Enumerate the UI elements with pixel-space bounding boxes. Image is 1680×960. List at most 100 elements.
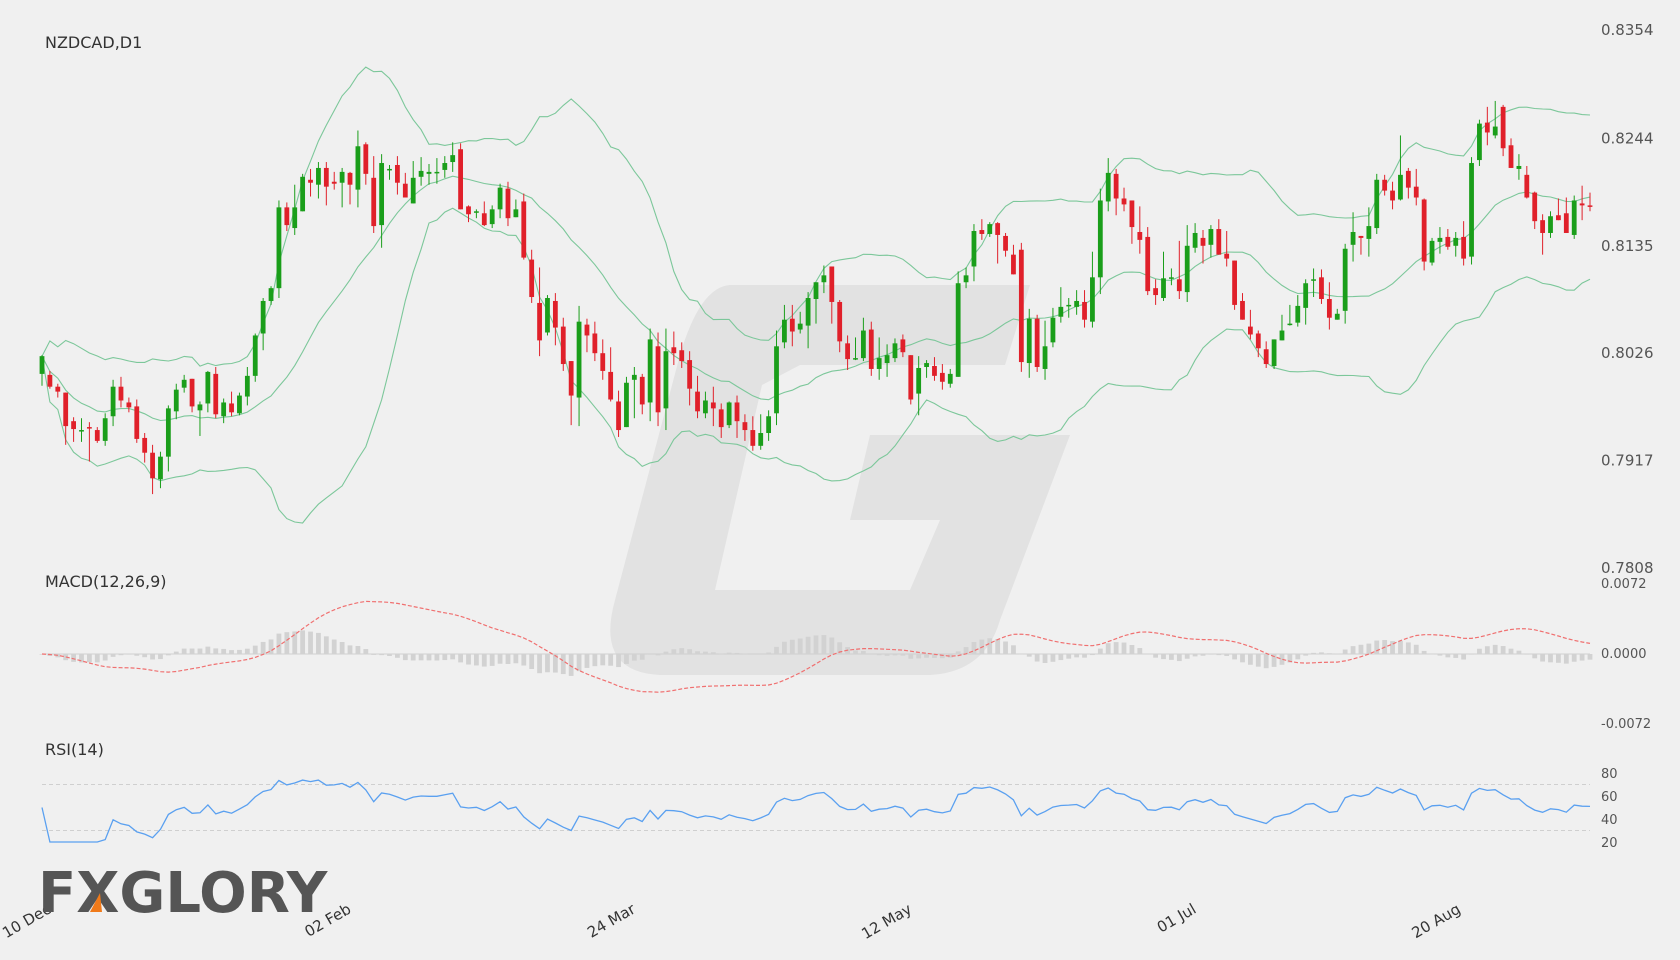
candle-body [1255,333,1261,349]
macd-histogram-bar [347,645,353,654]
candle-body [624,382,629,428]
candle [355,130,361,208]
macd-histogram-bar [892,654,898,656]
candle-body [79,430,84,432]
macd-histogram-bar [655,654,661,656]
candle-body [497,187,503,210]
candle-body [987,224,993,234]
candle-body [1011,254,1016,275]
candle-body [1405,170,1411,188]
candle-body [900,339,906,353]
candle-body [1445,236,1451,247]
macd-histogram-bar [1066,654,1072,659]
candle [489,205,495,229]
candle [529,249,535,303]
candle-body [916,367,922,394]
macd-histogram-bar [387,654,392,657]
macd-histogram-bar [695,651,700,654]
candle-body [1287,323,1293,326]
candle-body [703,400,708,414]
candle-body [789,318,795,332]
macd-histogram-bar [639,654,645,660]
rsi-label: RSI(14) [45,740,104,759]
candle-body [1192,232,1198,248]
candle-body [1311,279,1316,281]
candle-body [908,355,914,400]
macd-histogram-bar [158,654,163,660]
candle [939,364,945,390]
candle-body [197,404,203,411]
candle-body [205,371,211,404]
candle-body [505,188,511,219]
candle [1279,314,1285,341]
macd-histogram-bar [323,636,329,654]
macd-tick-bottom: -0.0072 [1601,717,1651,732]
candle-body [1374,179,1380,229]
candle-body [1145,236,1151,292]
candle-body [1516,165,1522,169]
macd-histogram-bar [576,654,582,672]
candle-body [126,402,132,408]
candle [1484,106,1490,146]
candle-body [1421,199,1427,262]
candle [1358,235,1364,255]
macd-histogram-bar [1200,654,1206,656]
macd-histogram-bar [608,654,614,666]
candle-body [308,179,313,183]
candle [110,379,116,427]
candle-body [1097,200,1103,278]
candle-body [134,406,140,439]
candle [868,321,874,376]
candle [39,355,45,386]
candle [1390,181,1395,210]
rsi-tick-40: 40 [1601,813,1618,828]
macd-histogram-bar [1326,653,1332,654]
macd-histogram-bar [1524,654,1530,655]
macd-histogram-bar [189,648,195,654]
candle-body [679,350,685,362]
candle [955,271,961,377]
candle-body [1074,300,1080,307]
macd-histogram-bar [1232,654,1237,660]
macd-histogram-bar [1216,654,1222,656]
candle-body [1492,126,1498,136]
candle-body [1532,192,1538,222]
macd-tick-zero: 0.0000 [1601,647,1647,662]
candle-body [165,408,171,457]
candle-body [1058,306,1064,317]
candle [1129,200,1135,244]
candle-body [695,391,700,412]
macd-histogram-bar [1042,654,1048,664]
candle-body [971,231,977,267]
x-tick: 20 Aug [1409,900,1464,942]
macd-histogram-bar [710,652,716,654]
macd-histogram-bar [1050,654,1056,662]
candle-body [647,339,653,403]
candle-body [1184,245,1190,293]
candle-body [868,329,874,369]
candle-body [379,163,385,226]
rsi-line [41,779,1591,843]
rsi-tick-20: 20 [1601,836,1618,851]
macd-histogram-bar [1437,654,1443,656]
macd-histogram-bar [797,638,803,654]
candlesticks [39,100,1593,495]
candle-body [387,168,392,171]
candle-body [86,427,92,429]
macd-histogram-bar [1563,654,1569,664]
candle [158,451,163,489]
macd-histogram-bar [1129,645,1135,654]
macd-histogram-bar [805,636,811,654]
candle-body [489,209,495,225]
candle-body [608,371,614,400]
macd-histogram-bar [987,638,993,654]
candle-body [821,275,827,283]
candle [450,142,456,172]
macd-histogram-bar [1540,654,1546,662]
candle-body [813,282,819,299]
macd-histogram-bar [774,646,779,654]
macd-histogram-bar [537,654,542,674]
macd-histogram-bar [1405,642,1411,654]
macd-histogram-bar [1461,654,1467,660]
candle-body [963,275,969,283]
